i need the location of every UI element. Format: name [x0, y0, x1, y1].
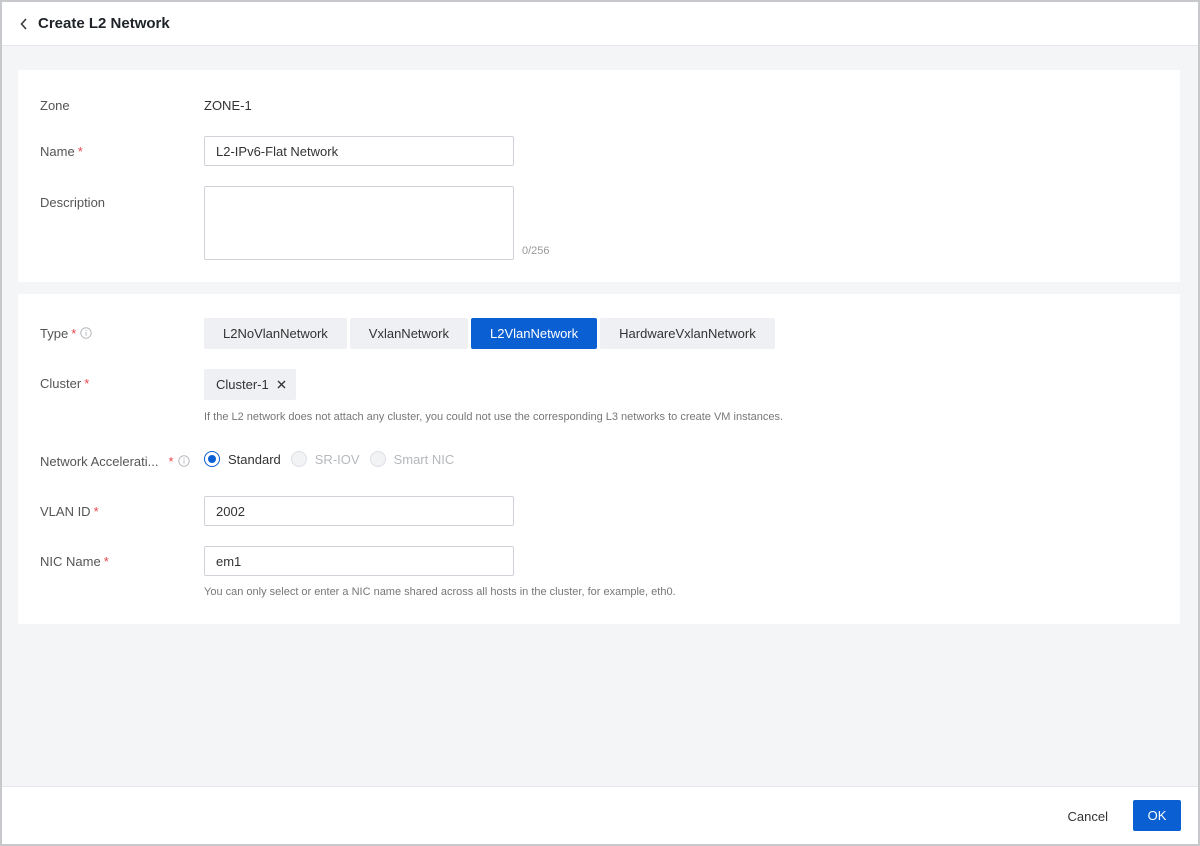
- nic-help-text: You can only select or enter a NIC name …: [204, 586, 676, 598]
- radio-standard[interactable]: Standard: [204, 451, 281, 467]
- radio-circle[interactable]: [290, 451, 307, 467]
- nic-name-input[interactable]: [204, 546, 514, 576]
- page-header: Create L2 Network: [2, 2, 1198, 46]
- vlan-id-input[interactable]: [204, 496, 514, 526]
- tab-l2novlannetwork[interactable]: L2NoVlanNetwork: [204, 318, 347, 349]
- cluster-tag-label: Cluster-1: [216, 377, 269, 392]
- ok-button[interactable]: OK: [1133, 800, 1181, 831]
- tab-vxlannetwork[interactable]: VxlanNetwork: [349, 318, 468, 349]
- close-icon[interactable]: [277, 380, 286, 389]
- zone-label: Zone: [40, 98, 70, 113]
- acceleration-label: Network Accelerati... *: [40, 454, 190, 470]
- vlan-id-label: VLAN ID *: [40, 504, 99, 519]
- page-title: Create L2 Network: [38, 15, 170, 32]
- description-counter: 0/256: [522, 245, 550, 257]
- network-config-card: Type * L2NoVlanNetwork VxlanNetwork L2Vla…: [18, 294, 1180, 624]
- tab-l2vlannetwork[interactable]: L2VlanNetwork: [470, 318, 598, 349]
- cluster-tag: Cluster-1: [204, 369, 296, 400]
- description-label: Description: [40, 195, 106, 210]
- chevron-left-icon[interactable]: [20, 17, 32, 31]
- info-circle-icon: [80, 327, 92, 342]
- zone-value: ZONE-1: [204, 98, 252, 113]
- cluster-label: Cluster *: [40, 376, 90, 391]
- dialog-footer: Cancel OK: [2, 786, 1198, 844]
- acceleration-radio-group: Standard SR-IOV Smart NIC: [204, 451, 464, 467]
- tab-hardwarevxlannetwork[interactable]: HardwareVxlanNetwork: [600, 318, 775, 349]
- name-input[interactable]: [204, 136, 514, 166]
- required-mark: *: [77, 144, 83, 159]
- radio-circle[interactable]: [369, 451, 386, 467]
- cancel-button[interactable]: Cancel: [1066, 801, 1110, 831]
- info-circle-icon: [177, 455, 190, 470]
- description-textarea[interactable]: [204, 186, 514, 260]
- dialog-frame: Create L2 Network Zone ZONE-1 Name* Desc…: [0, 0, 1200, 846]
- basic-info-card: Zone ZONE-1 Name* Description 0/256: [18, 70, 1180, 282]
- radio-sr-iov[interactable]: SR-IOV: [290, 451, 360, 467]
- nic-name-label: NIC Name *: [40, 554, 109, 569]
- type-tab-group: L2NoVlanNetwork VxlanNetwork L2VlanNetwo…: [204, 318, 775, 349]
- radio-circle[interactable]: [204, 451, 220, 467]
- cluster-help-text: If the L2 network does not attach any cl…: [204, 411, 784, 423]
- type-label: Type *: [40, 326, 92, 342]
- radio-smart-nic[interactable]: Smart NIC: [369, 451, 454, 467]
- name-label: Name *: [40, 144, 83, 159]
